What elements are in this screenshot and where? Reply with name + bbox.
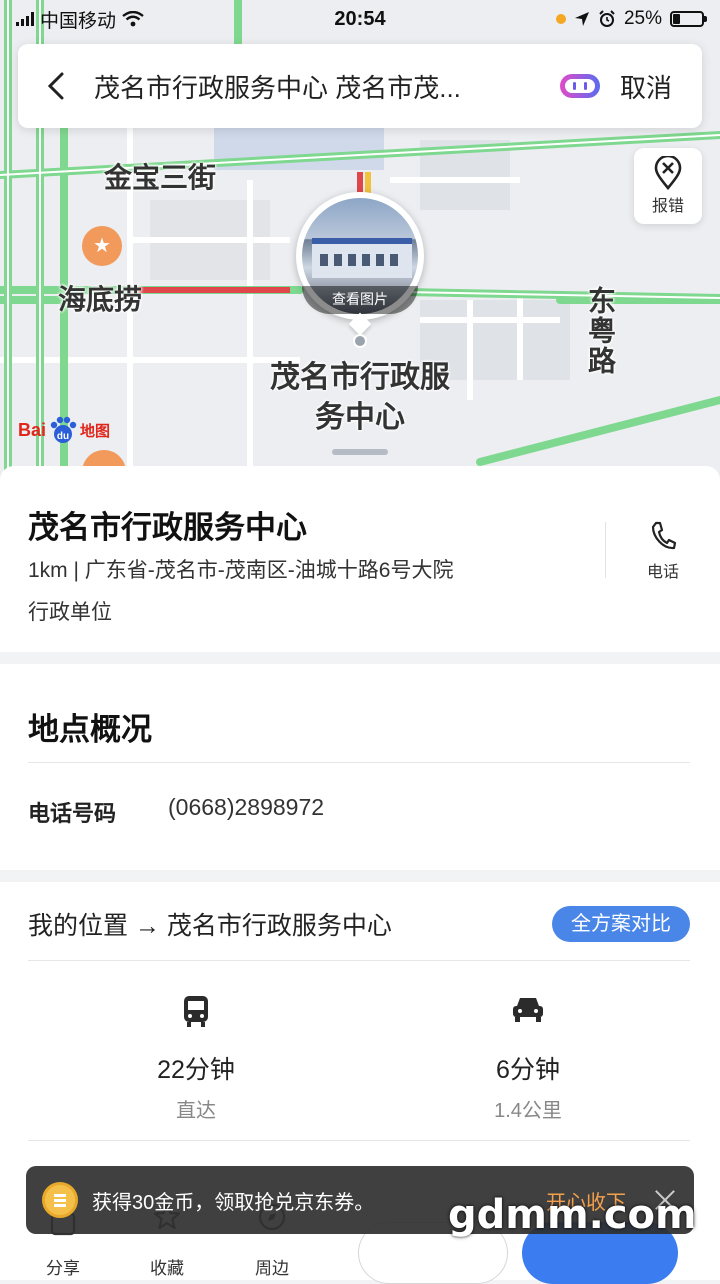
map-label-road: 东粤路 <box>585 286 616 376</box>
view-photo-caption: 查看图片 <box>302 286 418 314</box>
back-arrow-icon <box>47 72 64 100</box>
battery-percent: 25% <box>623 8 662 29</box>
drag-handle[interactable] <box>332 449 388 455</box>
clock: 20:54 <box>334 7 386 30</box>
divider <box>605 522 606 578</box>
call-label: 电话 <box>646 564 679 581</box>
call-button[interactable]: 电话 <box>626 520 700 582</box>
place-photo-marker[interactable]: 查看图片 <box>296 192 424 336</box>
coin-icon <box>42 1182 78 1218</box>
report-error-button[interactable]: 报错 <box>634 148 702 224</box>
divider <box>28 960 690 961</box>
logo-text: Bai <box>18 419 47 440</box>
back-button[interactable] <box>18 44 94 128</box>
paw-icon: du <box>50 416 77 443</box>
search-input[interactable]: 茂名市行政服务中心 茂名市茂... <box>94 68 552 105</box>
wifi-icon <box>122 11 144 27</box>
nearby-button[interactable]: 周边 <box>242 1254 302 1279</box>
report-pin-icon <box>654 156 682 190</box>
overview-section: 地点概况 电话号码 (0668)2898972 <box>0 664 720 870</box>
alarm-icon <box>599 10 615 27</box>
place-address: 1km | 广东省-茂名市-茂南区-油城十路6号大院 <box>28 559 454 582</box>
recording-dot-icon <box>555 14 566 24</box>
location-pin-dot <box>353 334 367 348</box>
divider <box>28 1140 690 1141</box>
baidu-map-logo: Bai du 地图 <box>18 415 110 445</box>
restaurant-marker-icon[interactable]: ★ <box>82 226 122 266</box>
route-title: 我的位置 → 茂名市行政服务中心 <box>28 912 392 940</box>
voice-assistant-icon <box>559 74 600 98</box>
battery-icon <box>670 11 707 27</box>
car-icon <box>513 998 543 1022</box>
search-bar: 茂名市行政服务中心 茂名市茂... 取消 <box>18 44 702 128</box>
car-distance: 1.4公里 <box>494 1100 562 1122</box>
report-label: 报错 <box>651 198 684 215</box>
bus-time: 22分钟 <box>157 1056 235 1084</box>
location-arrow-icon <box>574 12 589 26</box>
svg-text:du: du <box>57 431 69 442</box>
compare-routes-button[interactable]: 全方案对比 <box>552 906 690 942</box>
bus-detail: 直达 <box>176 1100 216 1122</box>
place-info-card: 茂名市行政服务中心 1km | 广东省-茂名市-茂南区-油城十路6号大院 行政单… <box>0 466 720 652</box>
favorite-button[interactable]: 收藏 <box>137 1254 197 1279</box>
overview-title: 地点概况 <box>28 712 152 747</box>
route-option-bus[interactable]: 22分钟 直达 <box>96 994 296 1123</box>
toast-message: 获得30金币，领取抢兑京东券。 <box>92 1191 375 1214</box>
divider <box>28 762 690 763</box>
place-name: 茂名市行政服务中心 <box>28 510 307 545</box>
cancel-button[interactable]: 取消 <box>620 68 672 105</box>
phone-number-link[interactable]: (0668)2898972 <box>168 794 324 821</box>
car-time: 6分钟 <box>496 1056 560 1084</box>
map-label-street: 金宝三街 <box>104 162 217 193</box>
map-label-poi: 茂名市行政服务中心 <box>270 361 450 434</box>
status-bar: 中国移动 20:54 25% <box>0 0 720 38</box>
signal-icon <box>16 12 34 26</box>
route-section: 我的位置 → 茂名市行政服务中心 全方案对比 22分钟 直达 6分钟 1.4公里 <box>0 882 720 1182</box>
place-category: 行政单位 <box>28 601 112 624</box>
phone-label: 电话号码 <box>28 801 117 826</box>
phone-icon <box>651 521 677 550</box>
share-button[interactable]: 分享 <box>33 1254 93 1279</box>
voice-assistant-button[interactable] <box>552 44 608 128</box>
route-option-car[interactable]: 6分钟 1.4公里 <box>428 994 628 1123</box>
map-label-restaurant[interactable]: 海底捞 <box>58 278 142 318</box>
watermark: gdmm.com <box>448 1192 697 1238</box>
logo-suffix: 地图 <box>80 422 111 440</box>
bus-icon <box>184 996 208 1027</box>
carrier-name: 中国移动 <box>40 10 117 32</box>
